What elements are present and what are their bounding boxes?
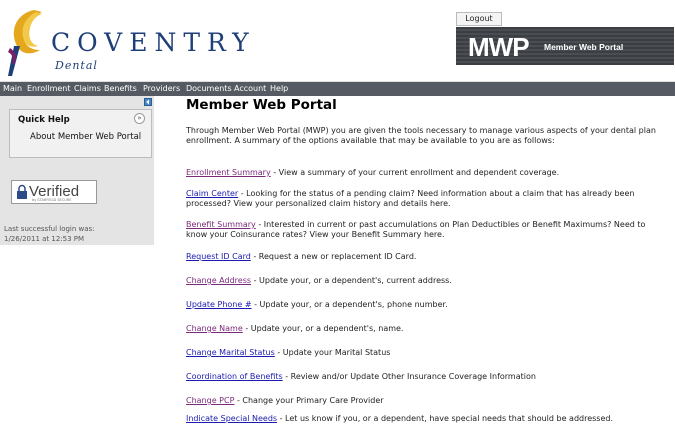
chevron-double-down-icon[interactable]: »	[134, 113, 145, 124]
quick-help-panel: Quick Help » About Member Web Portal	[9, 109, 152, 158]
intro-text: Through Member Web Portal (MWP) you are …	[186, 126, 656, 145]
nav-item-main[interactable]: Main	[3, 82, 22, 96]
list-item: Claim Center - Looking for the status of…	[186, 189, 662, 209]
brand-name: COVENTRY	[51, 28, 256, 57]
item-description: - Update your, or a dependent's, name.	[242, 324, 404, 333]
list-item: Benefit Summary - Interested in current …	[186, 220, 662, 240]
nav-item-help[interactable]: Help	[270, 82, 288, 96]
coventry-logo[interactable]: COVENTRY Dental	[6, 6, 249, 78]
mwp-banner-subtitle: Member Web Portal	[544, 42, 624, 52]
list-item: Indicate Special Needs - Let us know if …	[186, 414, 662, 424]
request-id-card-link[interactable]: Request ID Card	[186, 252, 251, 261]
list-item: Change Address - Update your, or a depen…	[186, 276, 662, 286]
sidebar: Quick Help » About Member Web Portal Ver…	[0, 96, 154, 245]
item-description: - Request a new or replacement ID Card.	[250, 252, 417, 261]
header: COVENTRY Dental Logout MWP Member Web Po…	[0, 0, 675, 82]
arrow-left-icon	[146, 99, 149, 105]
item-description: - View a summary of your current enrollm…	[270, 168, 560, 177]
logout-button[interactable]: Logout	[456, 12, 502, 26]
lock-icon	[17, 184, 27, 199]
list-item: Change PCP - Change your Primary Care Pr…	[186, 396, 662, 406]
brand-sub: Dental	[55, 59, 98, 72]
last-login-timestamp: 1/26/2011 at 12:53 PM	[4, 235, 85, 243]
indicate-special-needs-link[interactable]: Indicate Special Needs	[186, 414, 277, 423]
item-description: - Change your Primary Care Provider	[234, 396, 384, 405]
verified-sub: by STARFIELD SECURE	[32, 198, 72, 202]
item-description: - Review and/or Update Other Insurance C…	[282, 372, 536, 381]
item-description: - Let us know if you, or a dependent, ha…	[277, 414, 614, 423]
change-address-link[interactable]: Change Address	[186, 276, 251, 285]
mwp-banner: MWP Member Web Portal	[456, 27, 674, 65]
list-item: Enrollment Summary - View a summary of y…	[186, 168, 662, 178]
item-description: - Looking for the status of a pending cl…	[186, 189, 635, 208]
list-item: Update Phone # - Update your, or a depen…	[186, 300, 662, 310]
claim-center-link[interactable]: Claim Center	[186, 189, 238, 198]
last-login-label: Last successful login was:	[4, 225, 95, 233]
main-nav: Main Enrollment Claims Benefits Provider…	[0, 82, 675, 96]
list-item: Change Marital Status - Update your Mari…	[186, 348, 662, 358]
item-description: - Update your Marital Status	[274, 348, 391, 357]
nav-item-benefits[interactable]: Benefits	[104, 82, 137, 96]
page-title: Member Web Portal	[186, 97, 337, 113]
mwp-logo-text: MWP	[468, 32, 530, 62]
nav-item-enrollment[interactable]: Enrollment	[27, 82, 71, 96]
verified-seal[interactable]: Verified by STARFIELD SECURE	[11, 180, 97, 204]
sidebar-collapse-button[interactable]	[144, 98, 152, 106]
update-phone-link[interactable]: Update Phone #	[186, 300, 252, 309]
item-description: - Interested in current or past accumula…	[186, 220, 646, 239]
benefit-summary-link[interactable]: Benefit Summary	[186, 220, 256, 229]
nav-item-documents[interactable]: Documents	[186, 82, 232, 96]
last-login-info: Last successful login was: 1/26/2011 at …	[4, 224, 95, 244]
nav-item-claims[interactable]: Claims	[74, 82, 101, 96]
list-item: Change Name - Update your, or a dependen…	[186, 324, 662, 334]
quick-help-title: Quick Help	[18, 115, 70, 125]
enrollment-summary-link[interactable]: Enrollment Summary	[186, 168, 271, 177]
item-description: - Update your, or a dependent's, phone n…	[251, 300, 448, 309]
change-pcp-link[interactable]: Change PCP	[186, 396, 234, 405]
coventry-swoosh-icon	[8, 10, 42, 76]
nav-item-account[interactable]: Account	[234, 82, 266, 96]
list-item: Coordination of Benefits - Review and/or…	[186, 372, 662, 382]
change-name-link[interactable]: Change Name	[186, 324, 243, 333]
change-marital-status-link[interactable]: Change Marital Status	[186, 348, 275, 357]
item-description: - Update your, or a dependent's, current…	[251, 276, 452, 285]
coordination-of-benefits-link[interactable]: Coordination of Benefits	[186, 372, 283, 381]
about-mwp-link[interactable]: About Member Web Portal	[30, 132, 141, 142]
list-item: Request ID Card - Request a new or repla…	[186, 252, 662, 262]
nav-item-providers[interactable]: Providers	[143, 82, 180, 96]
